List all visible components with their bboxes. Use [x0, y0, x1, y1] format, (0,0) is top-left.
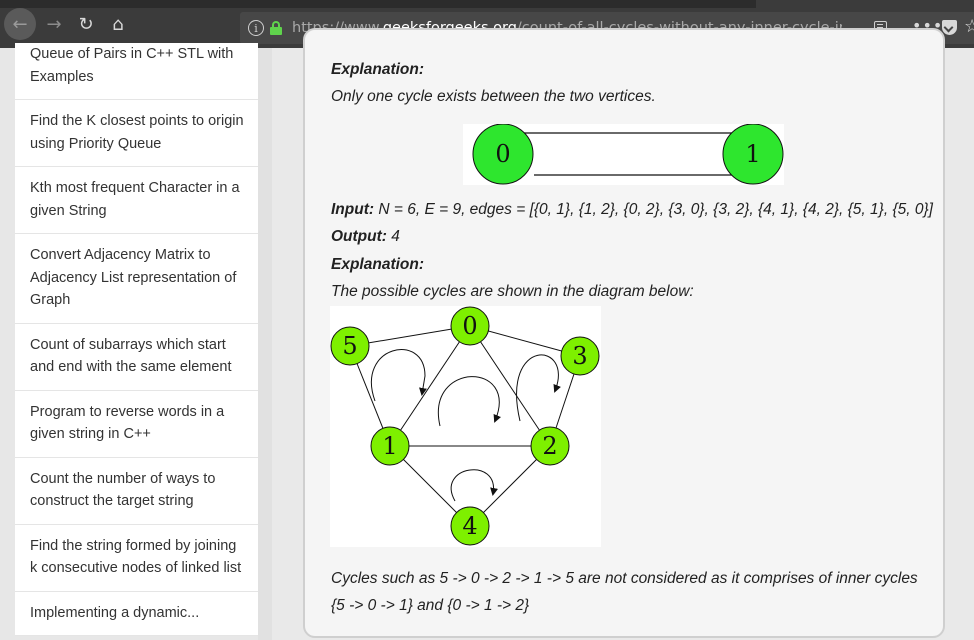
- bookmark-star-icon[interactable]: ☆: [964, 16, 974, 37]
- node-label: 2: [542, 432, 557, 460]
- graph-edge: [389, 325, 471, 447]
- cycle-arrow: [370, 349, 427, 402]
- node-label: 0: [462, 312, 477, 340]
- output-text: 4: [386, 228, 400, 245]
- input-label: Input:: [331, 201, 375, 218]
- output-label: Output:: [331, 228, 387, 245]
- article-area: Explanation: Only one cycle exists betwe…: [272, 28, 974, 640]
- conclusion-text: Cycles such as 5 -> 0 -> 2 -> 1 -> 5 are…: [331, 570, 918, 587]
- pocket-icon[interactable]: [942, 20, 957, 35]
- cycle-arrow: [516, 354, 561, 422]
- active-tab[interactable]: [756, 0, 974, 8]
- sidebar-item[interactable]: Find the K closest points to origin usin…: [15, 100, 258, 167]
- sidebar-item[interactable]: Kth most frequent Character in a given S…: [15, 167, 258, 234]
- info-icon[interactable]: i: [248, 20, 264, 36]
- explanation-label: Explanation:: [331, 61, 425, 78]
- sidebar-scrollbar[interactable]: [258, 48, 272, 640]
- related-articles-list: Queue of Pairs in C++ STL with Examples …: [15, 43, 258, 636]
- cycle-graph-diagram: 0 1 2 3 4 5: [330, 306, 601, 547]
- output-line: Output: 4: [331, 228, 400, 246]
- sidebar-item[interactable]: Implementing a dynamic...: [15, 591, 258, 636]
- forward-icon[interactable]: →: [40, 10, 68, 38]
- sidebar-item[interactable]: Find the string formed by joining k cons…: [15, 524, 258, 592]
- node-label: 1: [745, 140, 760, 168]
- back-icon[interactable]: ←: [4, 8, 36, 40]
- node-label: 5: [342, 332, 357, 360]
- reload-icon[interactable]: ↻: [72, 10, 100, 38]
- explanation-label: Explanation:: [331, 256, 425, 273]
- sidebar-item[interactable]: Count of subarrays which start and end w…: [15, 323, 258, 391]
- lock-icon[interactable]: [270, 21, 282, 35]
- explanation-text: Only one cycle exists between the two ve…: [331, 88, 656, 105]
- graph-edge: [469, 325, 551, 447]
- sidebar-item[interactable]: Program to reverse words in a given stri…: [15, 390, 258, 458]
- cycle-arrow: [437, 376, 501, 427]
- node-label: 3: [572, 342, 587, 370]
- node-label: 4: [462, 512, 477, 540]
- sidebar-item[interactable]: Queue of Pairs in C++ STL with Examples: [15, 43, 258, 100]
- sidebar: Queue of Pairs in C++ STL with Examples …: [0, 43, 272, 640]
- explanation-text: The possible cycles are shown in the dia…: [331, 283, 694, 300]
- cycle-arrow: [450, 469, 499, 502]
- node-label: 0: [495, 140, 510, 168]
- home-icon[interactable]: ⌂: [104, 10, 132, 38]
- two-vertex-diagram: 0 1: [463, 123, 784, 185]
- node-label: 1: [382, 432, 397, 460]
- conclusion-text: {5 -> 0 -> 1} and {0 -> 1 -> 2}: [331, 597, 530, 614]
- input-text: N = 6, E = 9, edges = [{0, 1}, {1, 2}, {…: [374, 201, 933, 218]
- sidebar-item[interactable]: Count the number of ways to construct th…: [15, 457, 258, 525]
- input-line: Input: N = 6, E = 9, edges = [{0, 1}, {1…: [331, 201, 933, 219]
- sidebar-item[interactable]: Convert Adjacency Matrix to Adjacency Li…: [15, 234, 258, 324]
